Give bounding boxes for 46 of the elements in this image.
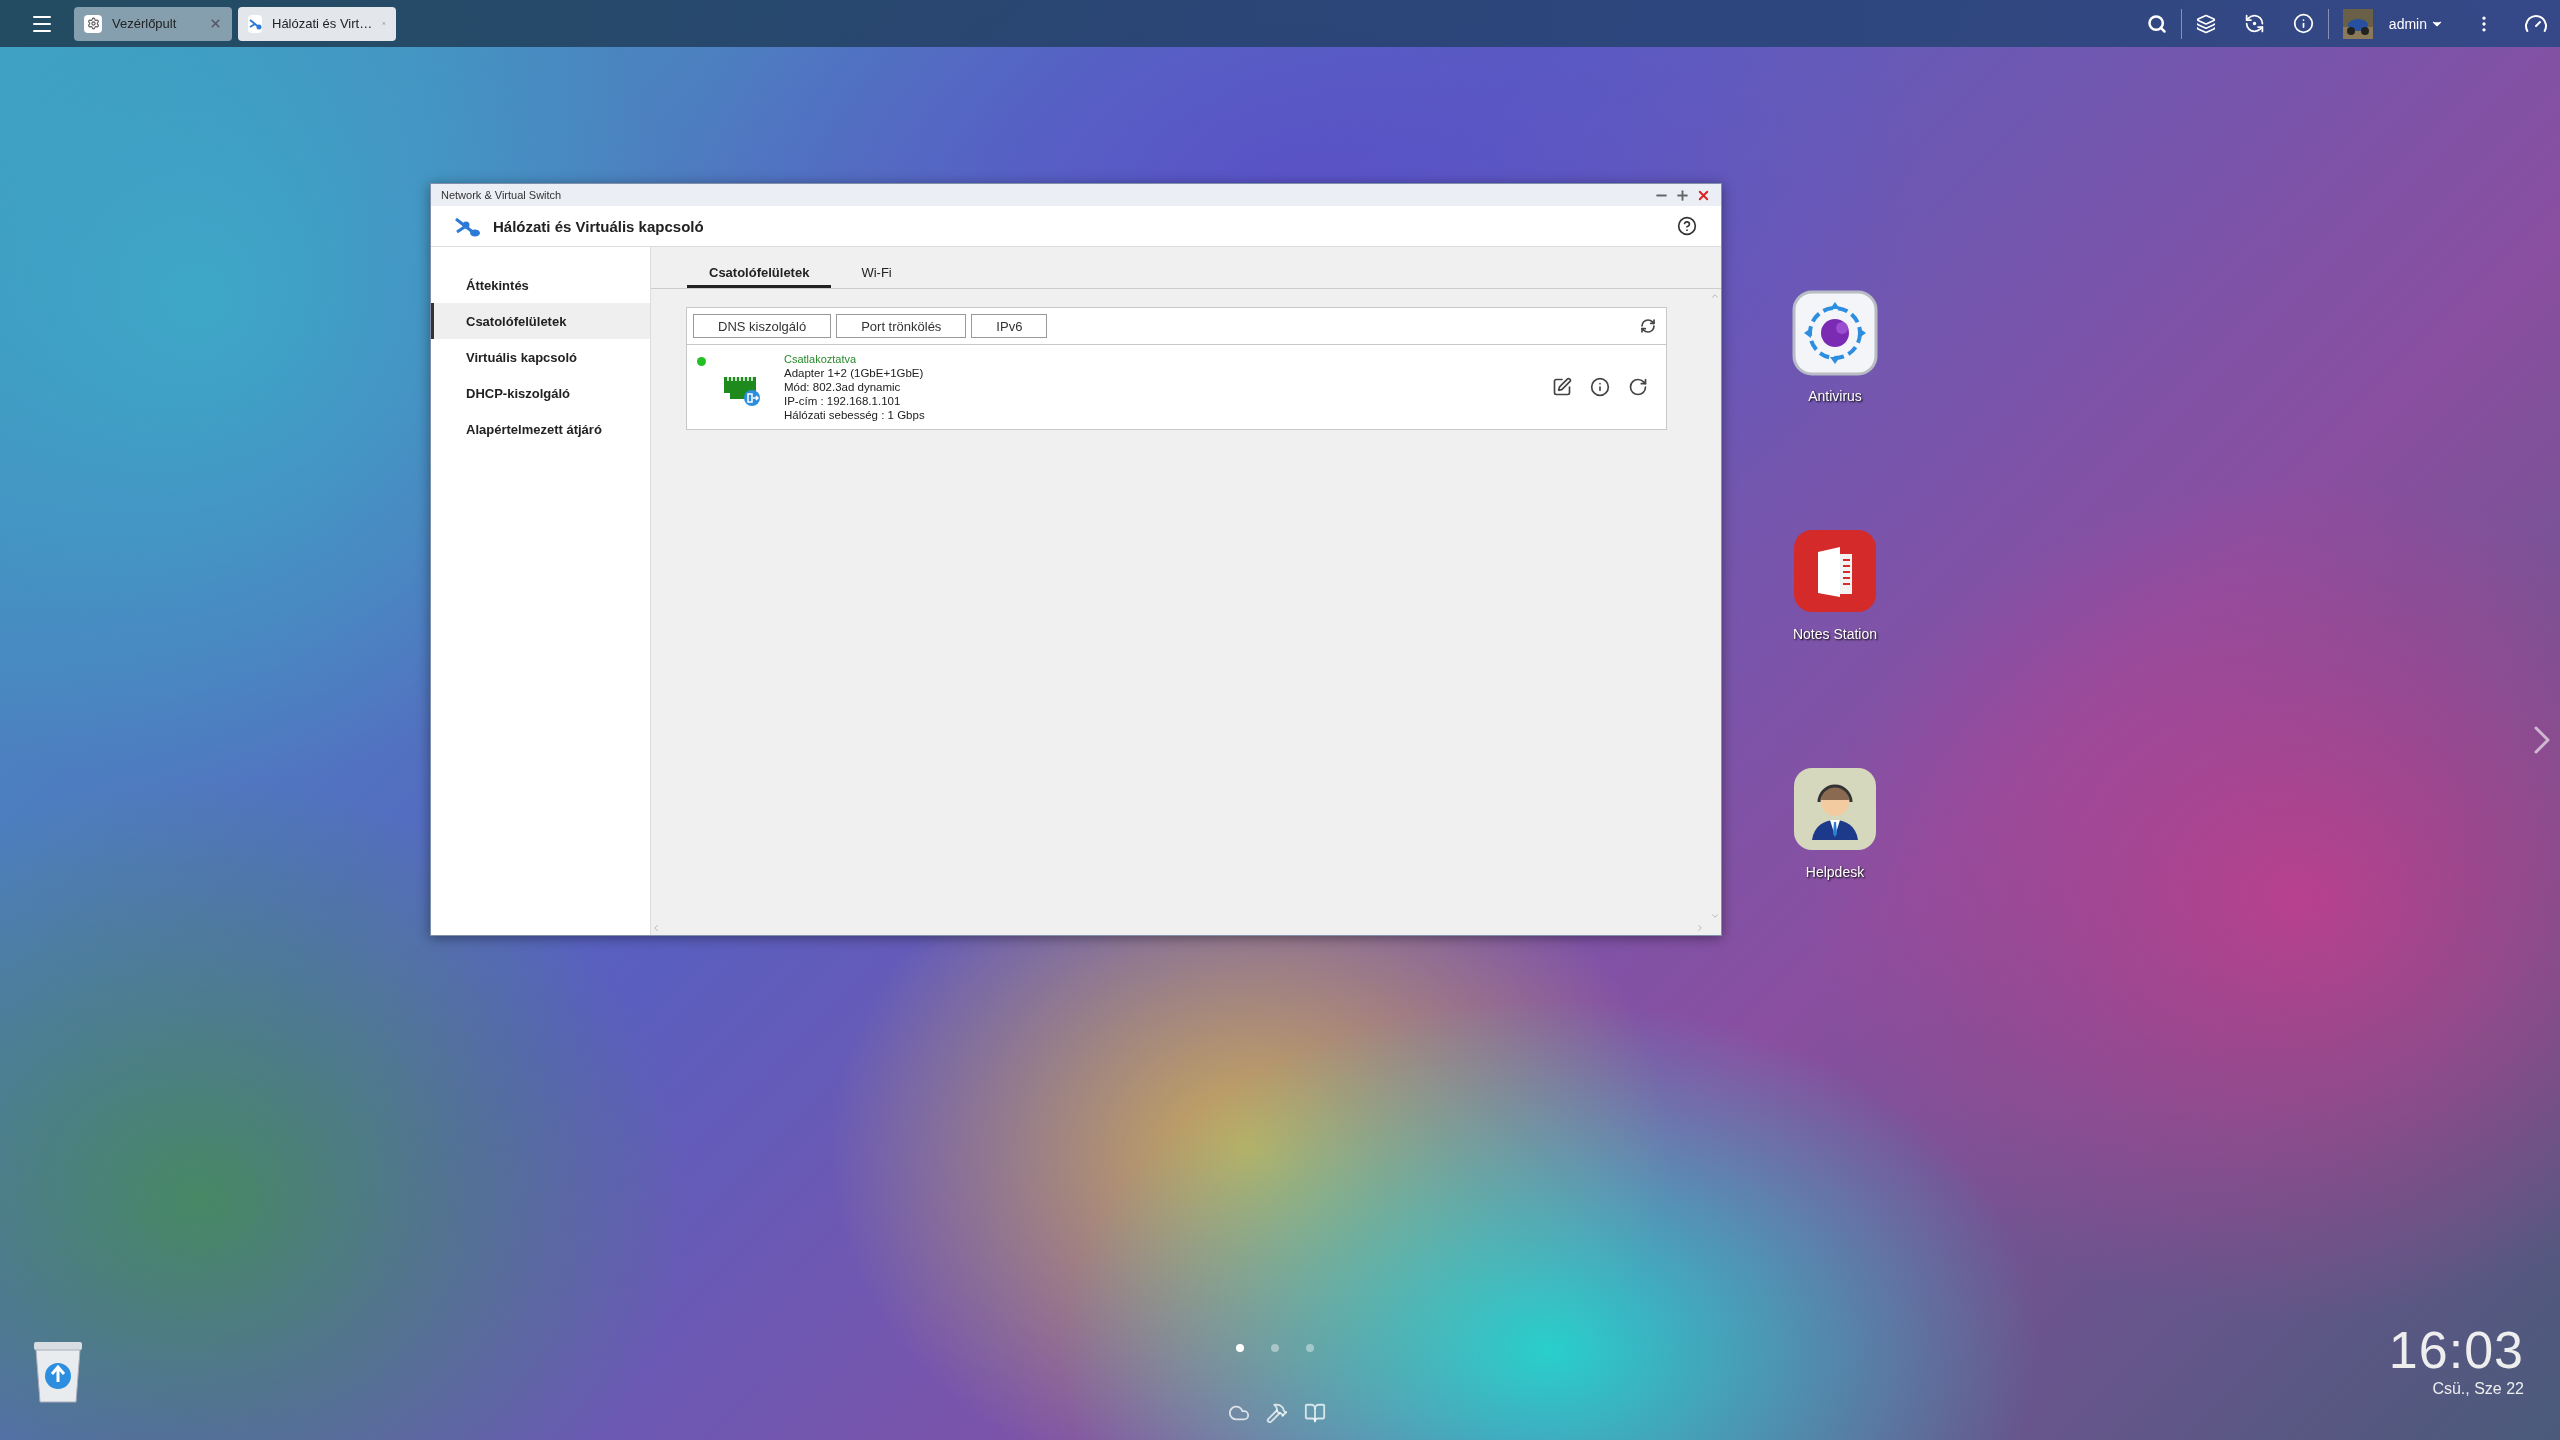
desktop-shortcut[interactable]: Antivirus: [1792, 290, 1878, 404]
tab[interactable]: Wi-Fi: [839, 261, 914, 288]
app-tab[interactable]: Vezérlőpult: [74, 6, 232, 41]
stack-icon[interactable]: [2195, 13, 2216, 34]
sidebar-item[interactable]: Alapértelmezett átjáró: [431, 411, 650, 447]
maximize-icon[interactable]: [1675, 187, 1690, 203]
user-menu[interactable]: admin: [2388, 15, 2427, 32]
sidebar-item[interactable]: Csatolófelületek: [431, 303, 650, 339]
hammer-icon[interactable]: [1266, 1402, 1288, 1424]
toolbar-button[interactable]: IPv6: [971, 314, 1048, 338]
interface-detail: IP-cím : 192.168.1.101: [784, 395, 902, 407]
sidebar-item[interactable]: Virtuális kapcsoló: [431, 339, 650, 375]
network-icon: [453, 215, 481, 237]
window-title: Network & Virtual Switch: [441, 189, 562, 201]
network-icon: [248, 17, 262, 30]
app-tab[interactable]: Hálózati és Virt…: [238, 6, 396, 41]
interface-detail: Adapter 1+2 (1GbE+1GbE): [784, 367, 925, 379]
book-icon[interactable]: [1304, 1402, 1326, 1424]
renew-icon[interactable]: [1628, 377, 1648, 397]
tab[interactable]: Csatolófelületek: [687, 261, 832, 288]
edit-icon[interactable]: [1552, 377, 1572, 397]
person-icon: [1792, 766, 1878, 852]
interface-detail: Hálózati sebesség : 1 Gbps: [784, 409, 926, 421]
status-text: Csatlakoztatva: [784, 353, 858, 365]
interface-detail: Mód: 802.3ad dynamic: [784, 381, 902, 393]
gear-icon: [86, 17, 100, 30]
sidebar-item[interactable]: Áttekintés: [431, 267, 650, 303]
search-icon[interactable]: [2146, 13, 2167, 34]
clock-time: 16:03: [2388, 1320, 2524, 1380]
desktop-shortcut[interactable]: Notes Station: [1792, 528, 1878, 642]
sync-icon[interactable]: [2243, 13, 2265, 34]
toolbar-button[interactable]: Port trönkölés: [836, 314, 967, 338]
app-title: Hálózati és Virtuális kapcsoló: [493, 217, 705, 235]
close-icon[interactable]: [209, 17, 222, 30]
desktop-shortcut[interactable]: Helpdesk: [1792, 766, 1878, 880]
toolbar-button[interactable]: DNS kiszolgáló: [693, 314, 832, 338]
page-dot[interactable]: [1236, 1344, 1244, 1352]
page-dot[interactable]: [1306, 1344, 1314, 1352]
help-icon[interactable]: [1677, 216, 1697, 236]
page-dot[interactable]: [1271, 1344, 1279, 1352]
info-icon[interactable]: [1590, 377, 1610, 397]
refresh-icon[interactable]: [1640, 318, 1656, 334]
book-icon: [1792, 528, 1878, 614]
clock-date: Csü., Sze 22: [2432, 1380, 2524, 1398]
target-icon: [1792, 290, 1878, 376]
sidebar-item[interactable]: DHCP-kiszolgáló: [431, 375, 650, 411]
